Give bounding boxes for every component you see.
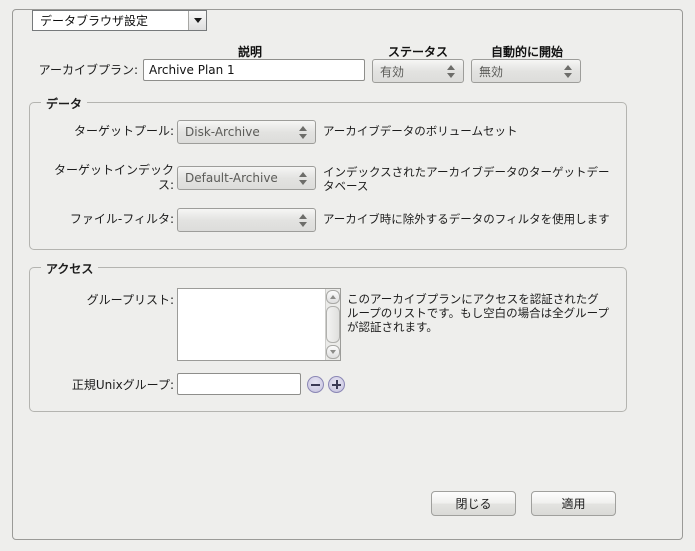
file-filter-select[interactable]	[177, 208, 316, 232]
group-list[interactable]	[177, 288, 341, 361]
chevron-down-icon[interactable]	[188, 11, 206, 30]
description-column-header: 説明	[237, 45, 262, 59]
status-select[interactable]: 有効	[372, 59, 464, 83]
scrollbar-thumb[interactable]	[326, 306, 340, 343]
data-group: データ ターゲットプール: Disk-Archive アーカイブデータのボリュー…	[29, 95, 627, 250]
close-button[interactable]: 閉じる	[431, 491, 516, 516]
archive-plan-input[interactable]: Archive Plan 1	[143, 59, 365, 81]
archive-plan-label: アーカイブプラン:	[38, 63, 138, 77]
autostart-select[interactable]: 無効	[471, 59, 581, 83]
status-value: 有効	[380, 64, 405, 79]
apply-button-label: 適用	[561, 497, 586, 511]
file-filter-description: アーカイブ時に除外するデータのフィルタを使用します	[323, 212, 610, 226]
autostart-column-header: 自動的に開始	[490, 45, 563, 59]
close-button-label: 閉じる	[455, 497, 492, 511]
unix-group-label: 正規Unixグループ:	[71, 378, 174, 392]
spinner-arrows-icon[interactable]	[562, 64, 576, 78]
archive-plan-value: Archive Plan 1	[149, 63, 235, 77]
page-selector-combo[interactable]: データブラウザ設定	[32, 10, 207, 31]
minus-circle-icon[interactable]	[307, 376, 324, 393]
target-pool-label: ターゲットプール:	[73, 124, 174, 138]
scroll-up-icon[interactable]	[326, 290, 340, 304]
access-group-title: アクセス	[41, 260, 99, 277]
group-list-items[interactable]	[178, 289, 325, 360]
target-pool-select[interactable]: Disk-Archive	[177, 120, 316, 144]
target-index-select[interactable]: Default-Archive	[177, 166, 316, 190]
target-pool-description: アーカイブデータのボリュームセット	[323, 124, 518, 138]
access-group: アクセス グループリスト: このアーカイブプランにアクセスを認証されたグ ループ…	[29, 260, 627, 412]
target-index-label: ターゲットインデック ス:	[53, 163, 174, 192]
file-filter-label: ファイル-フィルタ:	[69, 212, 174, 226]
status-column-header: ステータス	[387, 45, 448, 59]
target-index-description: インデックスされたアーカイブデータのターゲットデー タベース	[323, 165, 610, 193]
page-selector-value: データブラウザ設定	[40, 14, 149, 28]
spinner-arrows-icon[interactable]	[297, 125, 311, 139]
group-list-scrollbar[interactable]	[325, 289, 340, 360]
unix-group-input[interactable]	[177, 373, 301, 395]
group-list-description: このアーカイブプランにアクセスを認証されたグ ループのリストです。もし空白の場合…	[347, 292, 609, 334]
plus-circle-icon[interactable]	[328, 376, 345, 393]
data-group-title: データ	[41, 95, 88, 112]
group-list-label: グループリスト:	[86, 293, 174, 307]
apply-button[interactable]: 適用	[531, 491, 616, 516]
spinner-arrows-icon[interactable]	[445, 64, 459, 78]
target-pool-value: Disk-Archive	[185, 125, 260, 139]
autostart-value: 無効	[479, 64, 504, 79]
target-index-value: Default-Archive	[185, 171, 278, 185]
spinner-arrows-icon[interactable]	[297, 171, 311, 185]
spinner-arrows-icon[interactable]	[297, 213, 311, 227]
scroll-down-icon[interactable]	[326, 345, 340, 359]
